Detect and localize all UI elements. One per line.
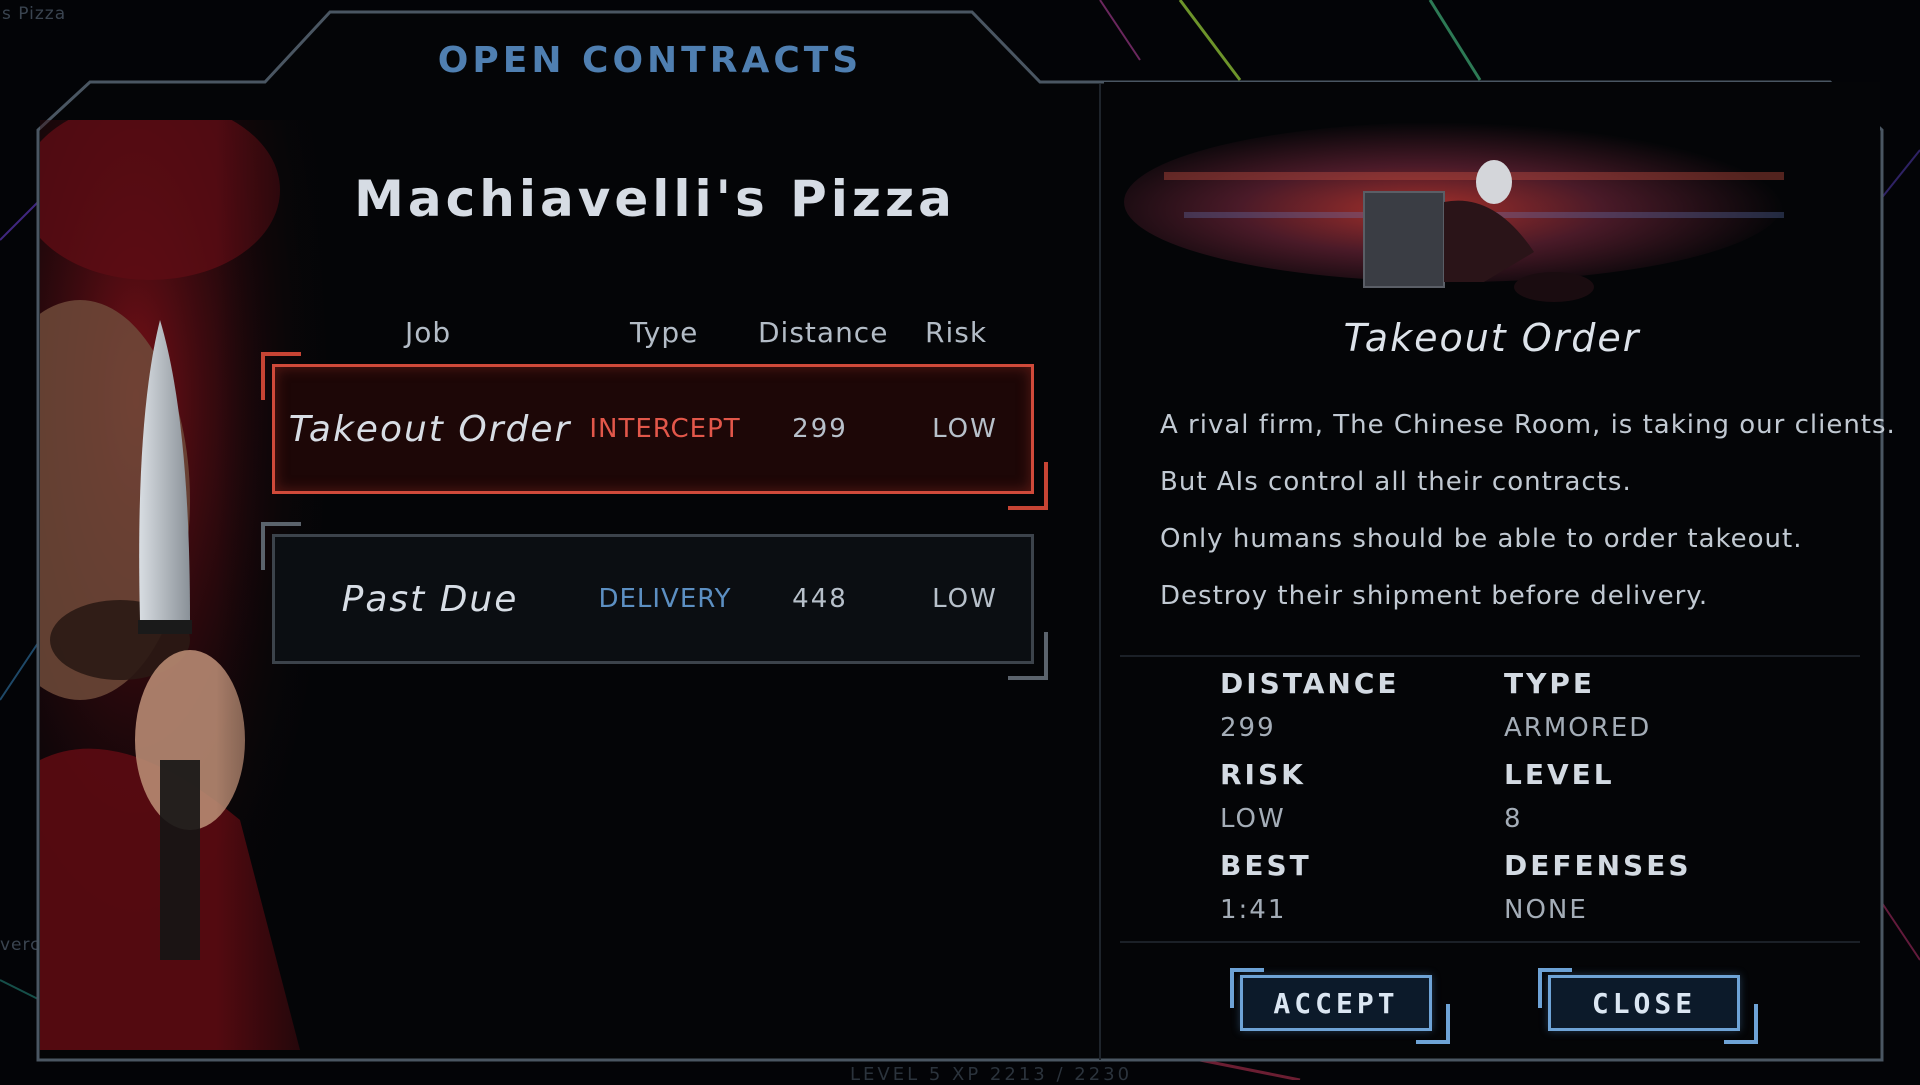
stat-value-best: 1:41	[1220, 895, 1287, 925]
panel-title: OPEN CONTRACTS	[437, 40, 863, 81]
stat-value-level: 8	[1504, 804, 1523, 834]
contract-row-past-due[interactable]: Past Due DELIVERY 448 LOW	[272, 534, 1034, 664]
stat-label-defenses: DEFENSES	[1504, 849, 1692, 882]
column-header-risk: Risk	[925, 316, 988, 349]
contract-risk: LOW	[932, 584, 998, 614]
stat-label-level: LEVEL	[1504, 758, 1615, 791]
stat-value-type: ARMORED	[1504, 713, 1652, 743]
contract-job-name: Takeout Order	[288, 408, 572, 450]
stat-value-defenses: NONE	[1504, 895, 1588, 925]
accept-button[interactable]: ACCEPT	[1240, 975, 1432, 1031]
company-name: Machiavelli's Pizza	[354, 170, 956, 228]
stat-value-distance: 299	[1220, 713, 1276, 743]
divider	[1120, 655, 1860, 657]
contract-description-line: A rival firm, The Chinese Room, is takin…	[1160, 410, 1896, 440]
stat-value-risk: LOW	[1220, 804, 1286, 834]
contract-distance: 448	[792, 584, 848, 614]
contract-row-takeout-order[interactable]: Takeout Order INTERCEPT 299 LOW	[272, 364, 1034, 494]
stat-label-best: BEST	[1220, 849, 1312, 882]
contract-description-line: Only humans should be able to order take…	[1160, 524, 1803, 554]
contract-description-line: But AIs control all their contracts.	[1160, 467, 1632, 497]
contract-type: INTERCEPT	[589, 414, 741, 444]
contract-risk: LOW	[932, 414, 998, 444]
stat-label-type: TYPE	[1504, 667, 1596, 700]
close-button[interactable]: CLOSE	[1548, 975, 1740, 1031]
column-header-job: Job	[405, 316, 452, 349]
contract-description-line: Destroy their shipment before delivery.	[1160, 581, 1709, 611]
contract-type: DELIVERY	[598, 584, 732, 614]
stat-label-distance: DISTANCE	[1220, 667, 1400, 700]
column-header-distance: Distance	[758, 316, 889, 349]
contract-job-name: Past Due	[341, 578, 519, 620]
contract-distance: 299	[792, 414, 848, 444]
stat-label-risk: RISK	[1220, 758, 1306, 791]
column-header-type: Type	[630, 316, 699, 349]
contract-detail-title: Takeout Order	[1343, 316, 1641, 360]
contract-hero-image	[1104, 82, 1880, 304]
divider	[1120, 941, 1860, 943]
